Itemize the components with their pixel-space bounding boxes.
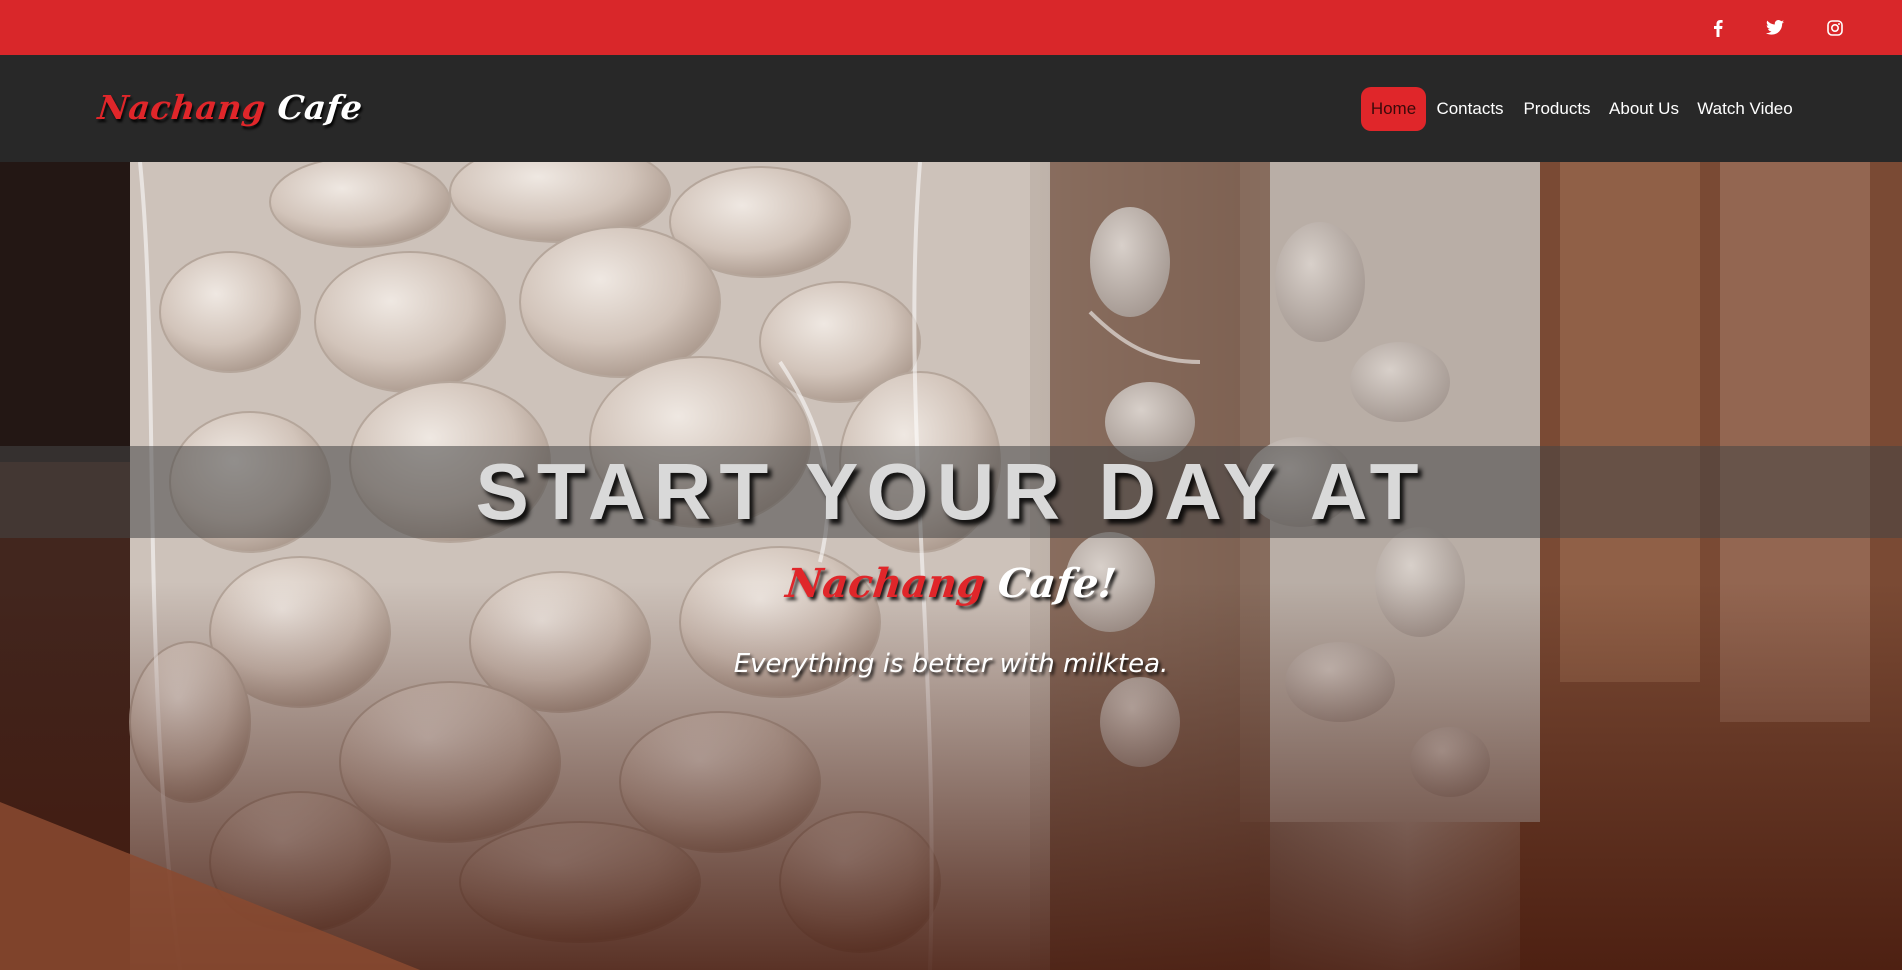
nav-contacts[interactable]: Contacts	[1430, 87, 1510, 131]
facebook-icon	[1713, 19, 1723, 37]
instagram-icon	[1827, 19, 1843, 36]
nav-home[interactable]: Home	[1361, 87, 1426, 131]
hero-headline: START YOUR DAY AT	[475, 447, 1427, 536]
top-bar	[0, 0, 1902, 55]
site-logo[interactable]: Nachang Cafe	[96, 85, 365, 131]
twitter-icon	[1766, 20, 1784, 35]
logo-name-white: Cafe	[275, 88, 365, 127]
main-navbar: Nachang Cafe Home Contacts Products Abou…	[0, 55, 1902, 162]
hero-brand-red: Nachang	[783, 560, 988, 607]
twitter-link[interactable]	[1757, 0, 1793, 55]
hero-brand-line: Nachang Cafe!	[0, 554, 1902, 614]
nav-about-us[interactable]: About Us	[1605, 87, 1683, 131]
facebook-link[interactable]	[1700, 0, 1736, 55]
instagram-link[interactable]	[1817, 0, 1853, 55]
nav-watch-video[interactable]: Watch Video	[1692, 87, 1798, 131]
hero-banner: START YOUR DAY AT Nachang Cafe! Everythi…	[0, 162, 1902, 970]
logo-name-red: Nachang	[96, 88, 268, 127]
hero-tagline: Everything is better with milktea.	[733, 649, 1169, 679]
nav-products[interactable]: Products	[1518, 87, 1596, 131]
hero-brand-white: Cafe!	[996, 560, 1119, 607]
